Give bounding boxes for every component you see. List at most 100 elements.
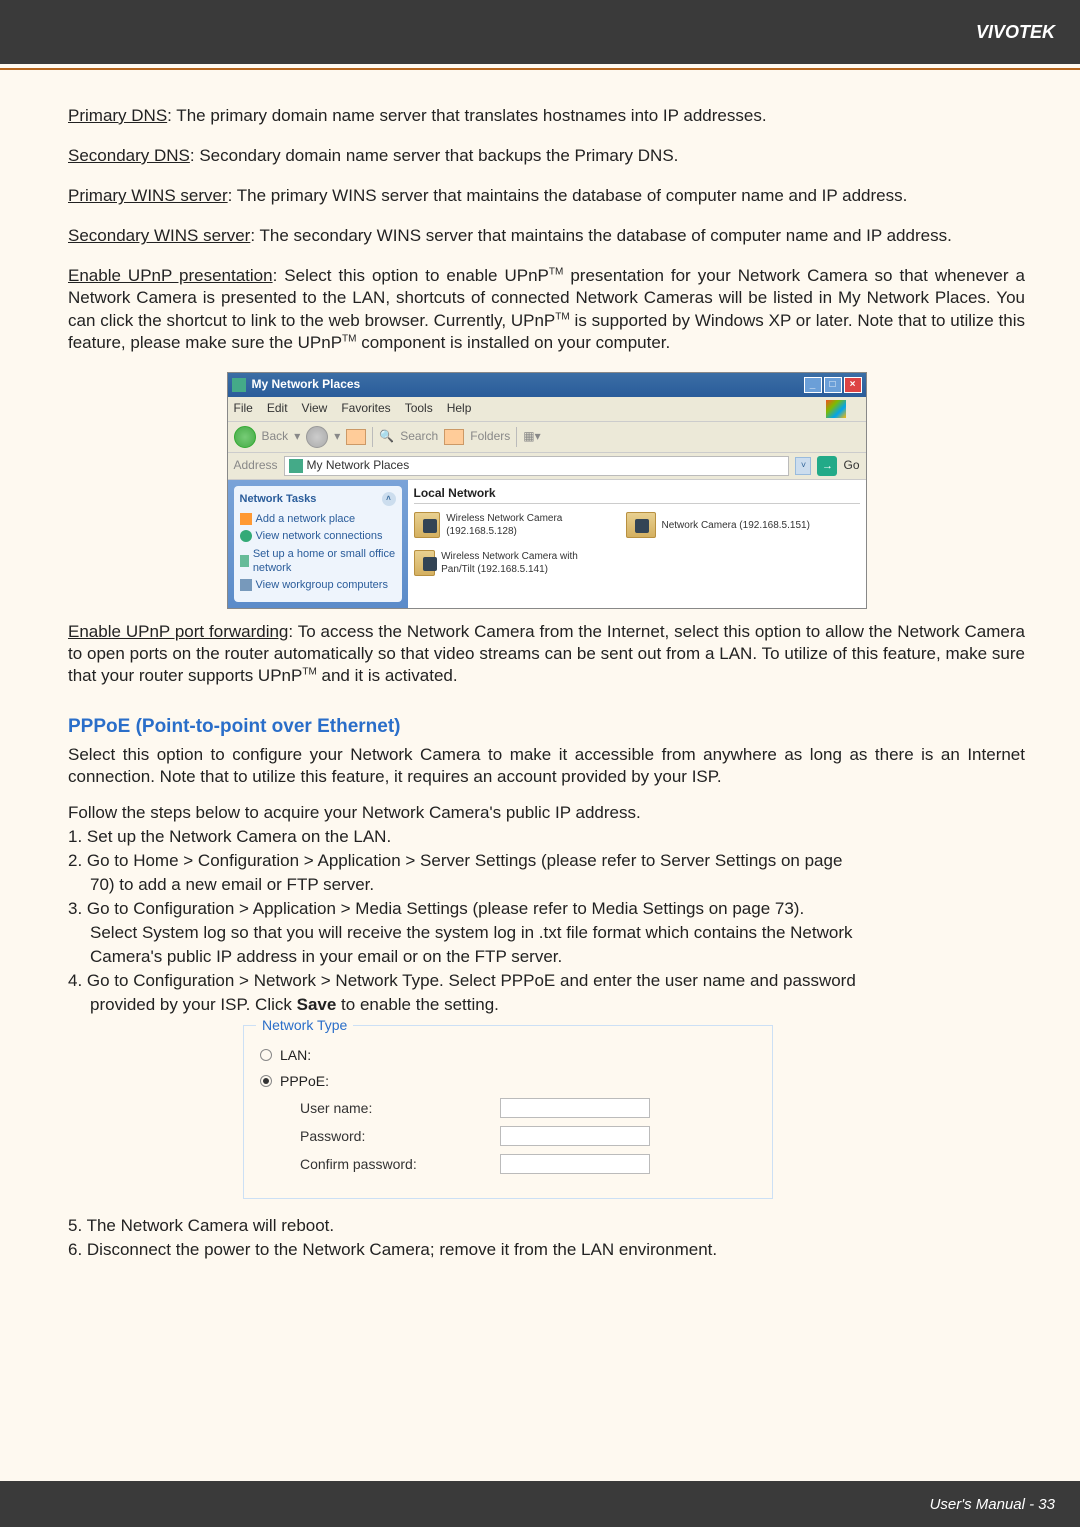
menu-help[interactable]: Help xyxy=(447,401,472,417)
sidebar-item-view-workgroup[interactable]: View workgroup computers xyxy=(240,578,396,592)
collapse-icon[interactable]: ˄ xyxy=(382,492,396,506)
network-tasks-panel: Network Tasks ˄ Add a network place View… xyxy=(234,486,402,602)
toolbar-separator xyxy=(372,427,373,447)
menu-file[interactable]: File xyxy=(234,401,253,417)
sidebar-item-label: View workgroup computers xyxy=(256,578,388,592)
page-footer: User's Manual - 33 xyxy=(0,1481,1080,1527)
pppoe-intro: Select this option to configure your Net… xyxy=(68,744,1025,788)
toolbar-separator xyxy=(516,427,517,447)
upnp-fwd-label: Enable UPnP port forwarding xyxy=(68,622,288,641)
search-icon: 🔍 xyxy=(379,429,394,445)
secondary-wins-label: Secondary WINS server xyxy=(68,226,250,245)
secondary-wins-def: Secondary WINS server: The secondary WIN… xyxy=(68,225,1025,247)
secondary-wins-text: : The secondary WINS server that maintai… xyxy=(250,226,951,245)
tm-mark: TM xyxy=(549,267,563,278)
step-4b-bold: Save xyxy=(297,995,337,1014)
address-dropdown-icon[interactable]: ˅ xyxy=(795,457,811,475)
menu-view[interactable]: View xyxy=(302,401,328,417)
primary-dns-label: Primary DNS xyxy=(68,106,167,125)
network-places-icon xyxy=(289,459,303,473)
network-camera-item[interactable]: Network Camera (192.168.5.151) xyxy=(626,512,826,538)
password-input[interactable] xyxy=(500,1126,650,1146)
step-3c: Camera's public IP address in your email… xyxy=(68,946,1025,968)
back-label: Back xyxy=(262,429,289,445)
minimize-button[interactable]: _ xyxy=(804,377,822,393)
views-button[interactable]: ▦▾ xyxy=(523,429,540,445)
radio-checked-icon[interactable] xyxy=(260,1075,272,1087)
upnp-pres-label: Enable UPnP presentation xyxy=(68,266,273,285)
lan-radio-row[interactable]: LAN: xyxy=(260,1046,756,1064)
username-label: User name: xyxy=(300,1099,500,1117)
tm-mark: TM xyxy=(302,666,316,677)
menu-edit[interactable]: Edit xyxy=(267,401,288,417)
sidebar-item-label: View network connections xyxy=(256,529,383,543)
camera-icon xyxy=(626,512,656,538)
camera-icon xyxy=(414,512,441,538)
step-1: 1. Set up the Network Camera on the LAN. xyxy=(68,826,1025,848)
local-network-header: Local Network xyxy=(414,486,860,505)
footer-text: User's Manual - 33 xyxy=(930,1496,1055,1513)
sidebar: Network Tasks ˄ Add a network place View… xyxy=(228,480,408,608)
camera-label: Wireless Network Camera (192.168.5.128) xyxy=(446,512,613,538)
upnp-port-forwarding-def: Enable UPnP port forwarding: To access t… xyxy=(68,621,1025,687)
step-3b: Select System log so that you will recei… xyxy=(68,922,1025,944)
upnp-fwd-text-b: and it is activated. xyxy=(317,666,458,685)
header-bar: VIVOTEK xyxy=(0,0,1080,64)
confirm-password-input[interactable] xyxy=(500,1154,650,1174)
sidebar-item-view-connections[interactable]: View network connections xyxy=(240,529,396,543)
back-button[interactable] xyxy=(234,426,256,448)
tm-mark: TM xyxy=(342,333,356,344)
back-dropdown-icon[interactable]: ▾ xyxy=(294,429,300,445)
folders-button[interactable]: Folders xyxy=(470,429,510,445)
network-camera-item[interactable]: Wireless Network Camera (192.168.5.128) xyxy=(414,512,614,538)
secondary-dns-label: Secondary DNS xyxy=(68,146,190,165)
tm-mark: TM xyxy=(555,311,569,322)
menu-tools[interactable]: Tools xyxy=(405,401,433,417)
upnp-pres-text-d: component is installed on your computer. xyxy=(357,333,671,352)
home-icon xyxy=(240,555,249,567)
go-button[interactable]: → xyxy=(817,456,837,476)
menu-favorites[interactable]: Favorites xyxy=(341,401,390,417)
network-camera-item[interactable]: Wireless Network Camera with Pan/Tilt (1… xyxy=(414,550,614,576)
radio-unchecked-icon[interactable] xyxy=(260,1049,272,1061)
network-type-legend: Network Type xyxy=(256,1016,353,1034)
maximize-button[interactable]: □ xyxy=(824,377,842,393)
network-places-icon xyxy=(232,378,246,392)
step-4a: 4. Go to Configuration > Network > Netwo… xyxy=(68,970,1025,992)
primary-dns-def: Primary DNS: The primary domain name ser… xyxy=(68,105,1025,127)
confirm-password-label: Confirm password: xyxy=(300,1155,500,1173)
step-2b: 70) to add a new email or FTP server. xyxy=(68,874,1025,896)
step-5: 5. The Network Camera will reboot. xyxy=(68,1215,1025,1237)
upnp-pres-text-a: : Select this option to enable UPnP xyxy=(273,266,549,285)
up-folder-button[interactable] xyxy=(346,429,366,445)
sidebar-item-add-place[interactable]: Add a network place xyxy=(240,512,396,526)
my-network-places-window: My Network Places _ □ × File Edit View F… xyxy=(227,372,867,609)
network-icon xyxy=(240,530,252,542)
step-3a: 3. Go to Configuration > Application > M… xyxy=(68,898,1025,920)
window-title: My Network Places xyxy=(252,377,804,393)
sidebar-item-label: Set up a home or small office network xyxy=(253,547,396,576)
forward-dropdown-icon[interactable]: ▾ xyxy=(334,429,340,445)
window-titlebar[interactable]: My Network Places _ □ × xyxy=(228,373,866,397)
sidebar-item-setup-network[interactable]: Set up a home or small office network xyxy=(240,547,396,576)
windows-logo-icon xyxy=(826,400,846,418)
brand-logo: VIVOTEK xyxy=(976,22,1055,43)
sidebar-item-label: Add a network place xyxy=(256,512,356,526)
primary-wins-label: Primary WINS server xyxy=(68,186,228,205)
close-button[interactable]: × xyxy=(844,377,862,393)
window-menu-bar: File Edit View Favorites Tools Help xyxy=(228,397,866,422)
forward-button[interactable] xyxy=(306,426,328,448)
address-label: Address xyxy=(234,458,278,474)
address-value: My Network Places xyxy=(307,458,410,474)
pppoe-radio-row[interactable]: PPPoE: xyxy=(260,1072,756,1090)
address-input[interactable]: My Network Places xyxy=(284,456,790,476)
username-input[interactable] xyxy=(500,1098,650,1118)
search-button[interactable]: Search xyxy=(400,429,438,445)
step-4b-post: to enable the setting. xyxy=(336,995,499,1014)
pppoe-label: PPPoE: xyxy=(280,1072,329,1090)
step-4b-pre: provided by your ISP. Click xyxy=(90,995,297,1014)
camera-icon xyxy=(414,550,436,576)
main-pane: Local Network Wireless Network Camera (1… xyxy=(408,480,866,608)
lan-label: LAN: xyxy=(280,1046,311,1064)
go-label: Go xyxy=(843,458,859,474)
